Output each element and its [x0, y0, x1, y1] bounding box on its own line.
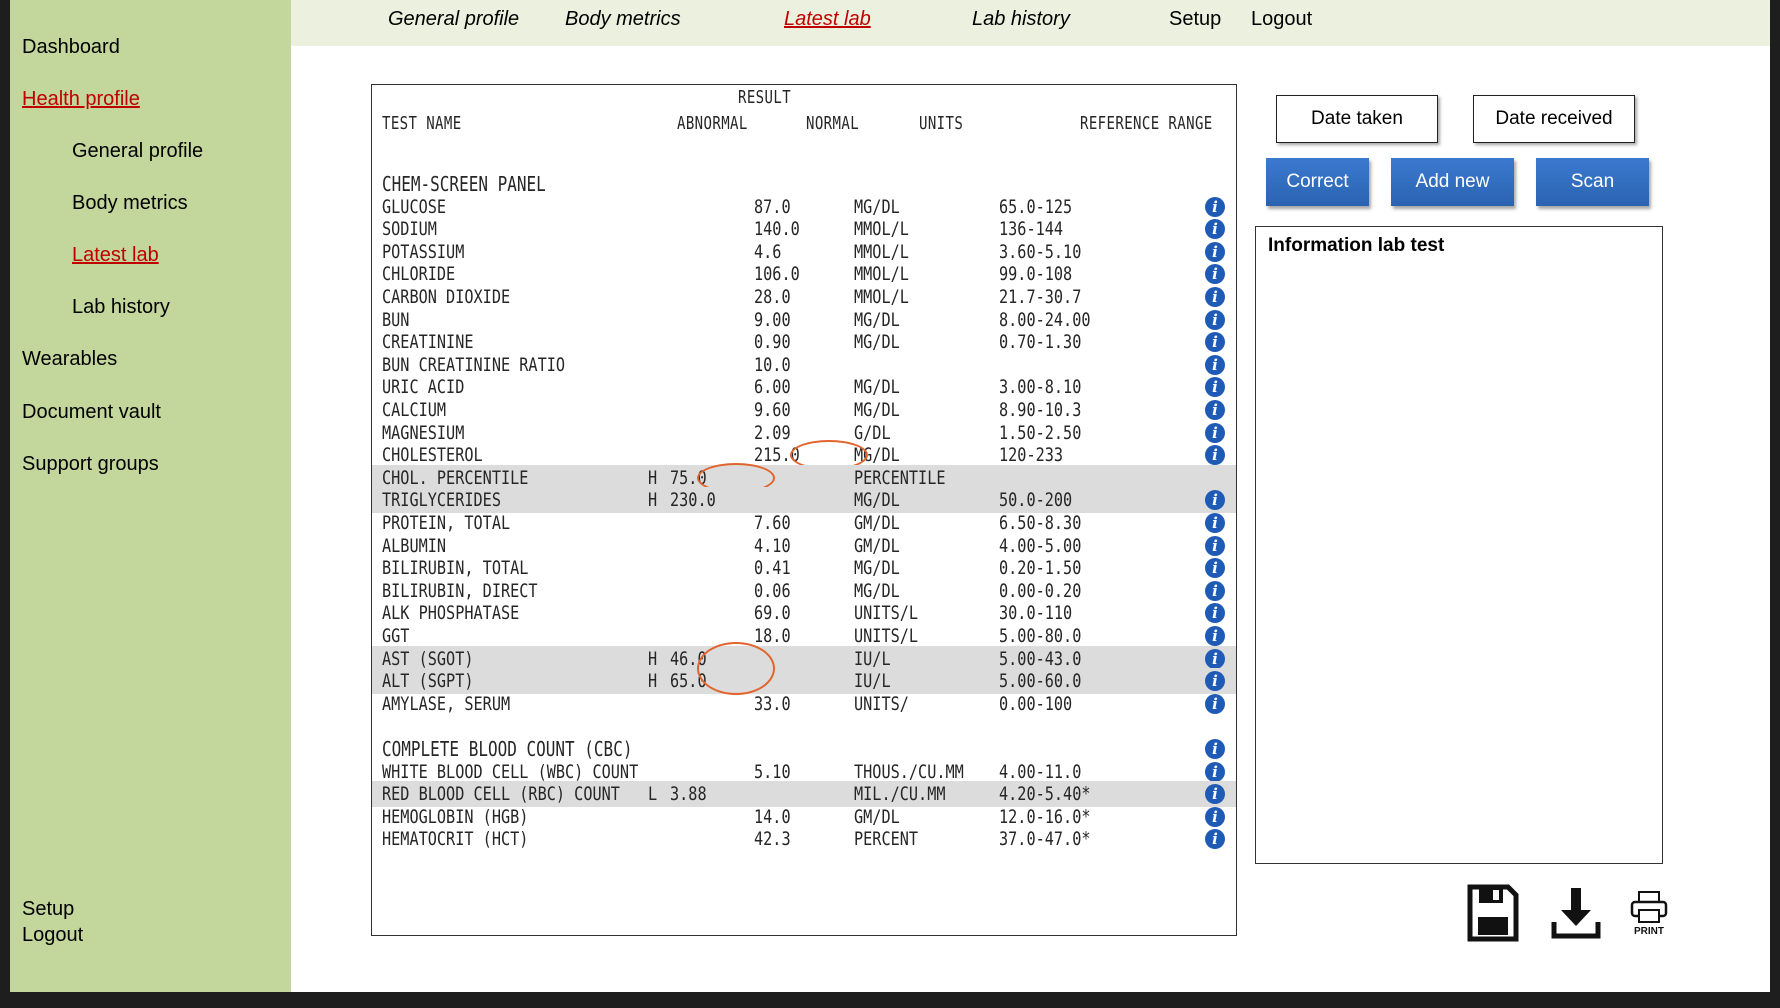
test-name-cell: HEMATOCRIT (HCT) — [382, 828, 529, 851]
lab-report-scan: RESULT TEST NAME ABNORMAL NORMAL UNITS R… — [371, 84, 1237, 936]
sidebar-item-document-vault[interactable]: Document vault — [22, 401, 161, 424]
save-icon[interactable] — [1467, 884, 1519, 942]
sidebar-item-body-metrics[interactable]: Body metrics — [72, 192, 188, 215]
sidebar-item-wearables[interactable]: Wearables — [22, 348, 117, 371]
date-taken-button[interactable]: Date taken — [1276, 95, 1438, 143]
normal-value-cell: 42.3 — [754, 828, 791, 851]
sidebar-item-latest-lab[interactable]: Latest lab — [72, 244, 159, 267]
scan-button[interactable]: Scan — [1536, 158, 1649, 206]
info-icon[interactable]: i — [1205, 739, 1225, 759]
info-icon[interactable]: i — [1205, 400, 1225, 420]
header-reference-range: REFERENCE RANGE — [1080, 113, 1213, 134]
sidebar: Dashboard Health profile General profile… — [10, 0, 291, 992]
info-icon[interactable]: i — [1205, 693, 1225, 714]
tab-body-metrics[interactable]: Body metrics — [565, 8, 681, 31]
info-icon[interactable]: i — [1205, 196, 1225, 217]
header-abnormal: ABNORMAL — [677, 113, 748, 134]
date-received-button[interactable]: Date received — [1473, 95, 1635, 143]
info-icon[interactable]: i — [1205, 332, 1225, 353]
tab-setup[interactable]: Setup — [1169, 8, 1221, 31]
sidebar-setup[interactable]: Setup — [22, 898, 74, 921]
info-icon[interactable]: i — [1205, 354, 1225, 375]
info-icon[interactable]: i — [1205, 264, 1225, 285]
header-normal: NORMAL — [806, 113, 860, 134]
units-cell: PERCENT — [854, 828, 919, 851]
info-icon[interactable]: i — [1205, 558, 1225, 579]
info-icon[interactable]: i — [1205, 422, 1225, 443]
sidebar-item-dashboard[interactable]: Dashboard — [22, 36, 120, 59]
info-panel-title: Information lab test — [1268, 235, 1445, 256]
print-icon[interactable]: PRINT — [1629, 890, 1673, 936]
info-icon[interactable]: i — [1205, 671, 1225, 692]
sidebar-item-lab-history[interactable]: Lab history — [72, 296, 170, 319]
header-test-name: TEST NAME — [382, 113, 462, 134]
info-icon[interactable]: i — [1205, 580, 1225, 601]
info-icon[interactable]: i — [1205, 445, 1225, 466]
table-row: HEMATOCRIT (HCT) 42.3 PERCENT 37.0-47.0* i — [372, 826, 1236, 852]
sidebar-item-health-profile[interactable]: Health profile — [22, 88, 140, 111]
info-icon[interactable]: i — [1205, 490, 1225, 511]
header-result: RESULT — [738, 87, 792, 108]
info-icon[interactable]: i — [1205, 241, 1225, 262]
info-icon[interactable]: i — [1205, 287, 1225, 307]
info-icon[interactable]: i — [1205, 603, 1225, 624]
tab-logout[interactable]: Logout — [1251, 8, 1312, 31]
info-icon[interactable]: i — [1205, 513, 1225, 533]
info-icon[interactable]: i — [1205, 535, 1225, 556]
tab-latest-lab[interactable]: Latest lab — [784, 8, 871, 31]
info-icon[interactable]: i — [1205, 784, 1225, 805]
info-icon[interactable]: i — [1205, 309, 1225, 330]
correct-button[interactable]: Correct — [1266, 158, 1369, 206]
sidebar-logout[interactable]: Logout — [22, 924, 83, 947]
reference-range-cell: 37.0-47.0* — [999, 828, 1091, 851]
print-label: PRINT — [1634, 926, 1664, 936]
header-units: UNITS — [919, 113, 964, 134]
info-icon[interactable]: i — [1205, 219, 1225, 240]
sidebar-item-support-groups[interactable]: Support groups — [22, 453, 159, 476]
info-icon[interactable]: i — [1205, 761, 1225, 782]
app-window: Dashboard Health profile General profile… — [10, 0, 1770, 992]
info-icon[interactable]: i — [1205, 806, 1225, 827]
download-icon[interactable] — [1551, 886, 1601, 940]
info-icon[interactable]: i — [1205, 829, 1225, 850]
sidebar-item-general-profile[interactable]: General profile — [72, 140, 203, 163]
add-new-button[interactable]: Add new — [1391, 158, 1514, 206]
tab-lab-history[interactable]: Lab history — [972, 8, 1070, 31]
info-icon[interactable]: i — [1205, 626, 1225, 646]
highlight-circle — [697, 641, 775, 695]
tab-general-profile[interactable]: General profile — [388, 8, 519, 31]
top-navigation: General profile Body metrics Latest lab … — [291, 0, 1770, 46]
information-lab-test-panel: Information lab test — [1255, 226, 1663, 864]
info-icon[interactable]: i — [1205, 377, 1225, 398]
info-icon[interactable]: i — [1205, 648, 1225, 669]
